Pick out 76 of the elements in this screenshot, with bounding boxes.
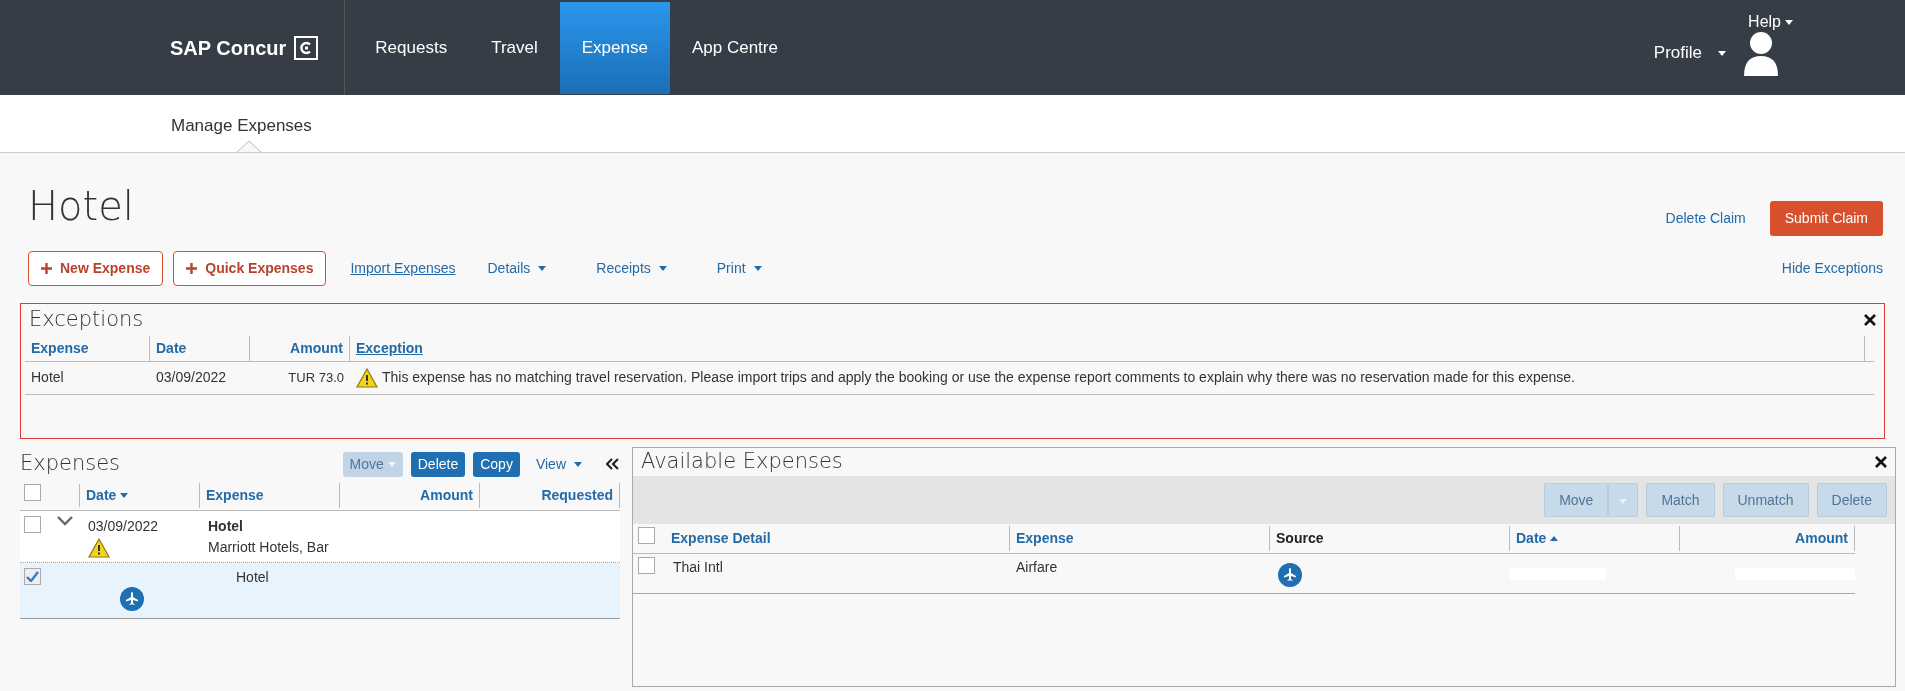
table-cell-text: Airfare [1015,558,1059,577]
plus-icon [41,262,52,274]
airplane-icon [1278,563,1302,587]
column-header[interactable]: Amount [1795,528,1848,549]
nav-tab[interactable]: App Centre [669,2,800,94]
column-header[interactable]: Date [86,485,117,506]
dropdown-menu[interactable]: Receipts [596,257,667,279]
dropdown-menu[interactable]: Print [716,257,762,279]
sort-icon [1550,536,1559,541]
view-menu[interactable]: View [535,453,582,475]
delete-claim-link[interactable]: Delete Claim [1665,207,1746,229]
nav-tab[interactable]: Travel [469,2,560,94]
column-header[interactable]: Date [1516,528,1547,549]
add-expense-button[interactable]: Quick Expenses [173,250,327,286]
column-header[interactable]: Expense [31,339,89,356]
column-header[interactable]: Amount [290,339,343,356]
caret-icon [1619,498,1628,504]
nav-tab[interactable]: Expense [559,2,670,94]
profile-menu[interactable]: Profile [1653,40,1726,66]
collapse-icon[interactable] [606,458,620,470]
submit-claim-button[interactable]: Submit Claim [1769,200,1883,236]
brand-name: SAP Concur [170,35,287,61]
caret-icon [753,265,762,271]
checkbox[interactable] [24,516,41,533]
expense-row[interactable]: Hotel [20,563,620,619]
logo-icon [294,35,319,60]
nav-tab[interactable]: Requests [353,2,470,94]
column-header[interactable]: Amount [420,485,473,506]
airplane-icon [120,587,144,611]
exception-message: This expense has no matching travel reservation. Please import trips and apply the booking or use the expense report comments to explain why there was no reservation made for this expense. [382,368,1575,387]
caret-icon [1785,19,1793,25]
column-header[interactable]: Expense [206,485,264,506]
vendor-name: Marriott Hotels, Bar [208,538,330,557]
close-icon[interactable] [1864,313,1876,326]
toolbar-button[interactable]: Copy [473,451,520,477]
avatar-icon[interactable] [1742,30,1780,76]
column-header[interactable]: Requested [541,485,613,506]
import-link[interactable]: Import Expenses [350,257,456,279]
table-cell-text: Hotel [235,568,270,587]
table-cell-text: TUR 73.0 [287,368,345,387]
subnav-tab[interactable]: Manage Expenses [171,95,312,152]
toolbar-button[interactable]: Delete [410,451,466,477]
close-icon[interactable] [1875,456,1887,468]
column-header[interactable]: Exception [356,339,423,356]
caret-icon [387,461,396,467]
panel-title: Expenses [20,450,121,478]
checkbox[interactable] [638,557,655,574]
panel-title: Available Expenses [641,448,843,476]
expense-row[interactable]: 03/09/2022 Hotel Marriott Hotels, Bar [20,511,620,563]
panel-title: Exceptions [29,306,144,333]
caret-icon [574,461,582,467]
column-header[interactable]: Expense [1016,528,1074,549]
table-cell-text: 03/09/2022 [88,517,160,536]
add-expense-button[interactable]: New Expense [28,250,164,286]
dropdown-menu[interactable]: Details [487,257,547,279]
table-cell-text: Hotel [208,517,244,536]
plus-icon [186,262,198,274]
caret-icon [538,265,547,271]
column-header[interactable]: Source [1276,528,1324,549]
table-cell-text: 03/09/2022 [155,368,228,387]
checkbox[interactable] [638,527,655,544]
chevron-icon[interactable] [57,516,73,526]
checkbox[interactable] [24,484,41,501]
column-header[interactable]: Expense Detail [671,528,771,549]
caret-icon [658,265,667,271]
warning-icon [356,367,378,388]
dropdown-toggle[interactable] [1608,483,1639,517]
checkbox[interactable] [24,568,41,585]
caret-icon [1718,50,1726,56]
column-header[interactable]: Date [156,339,187,356]
caret-icon [120,493,129,498]
help-menu[interactable]: Help [1748,10,1793,34]
hide-exceptions-link[interactable]: Hide Exceptions [1781,257,1883,279]
table-cell-text: Thai Intl [672,558,724,577]
page-title: Hotel [28,182,134,231]
table-cell-text: Hotel [30,368,65,387]
